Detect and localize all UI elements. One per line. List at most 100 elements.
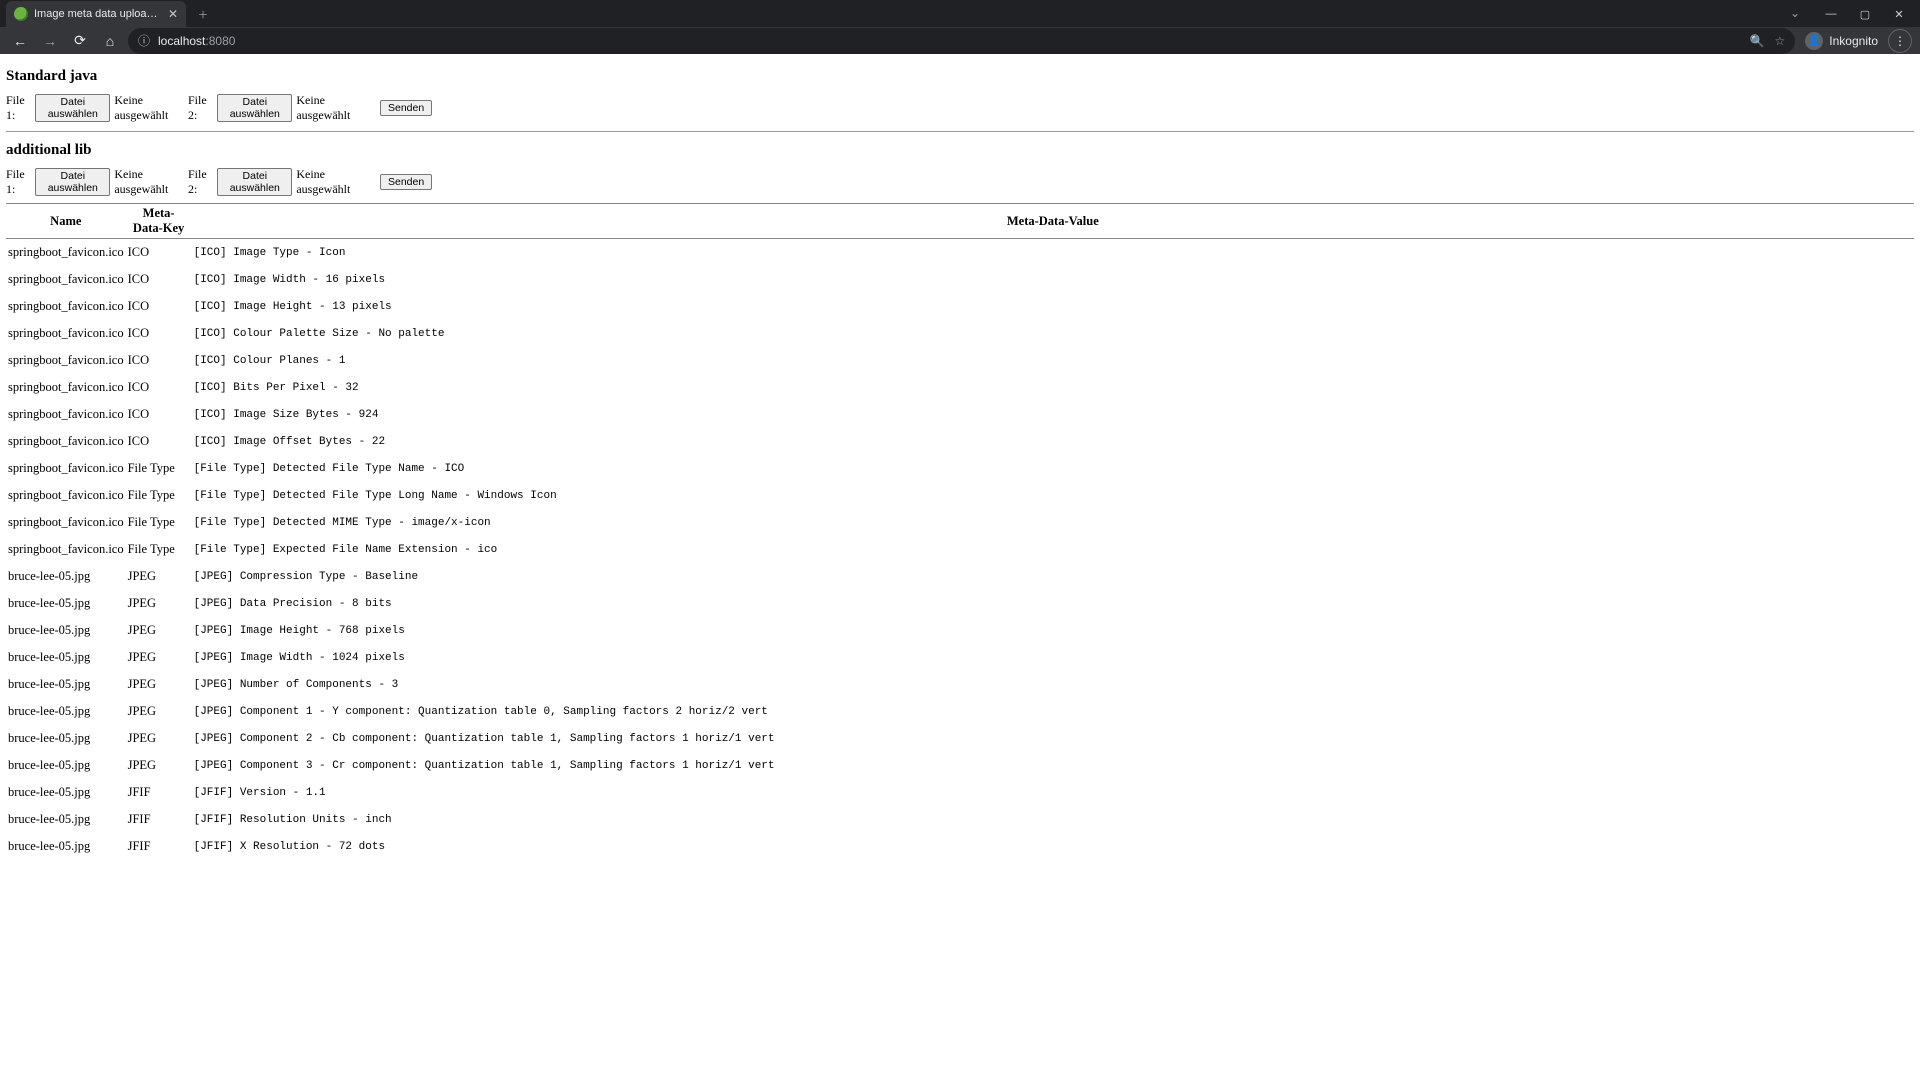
cell-name: springboot_favicon.ico <box>6 509 126 536</box>
spring-favicon-icon <box>14 7 28 21</box>
cell-name: springboot_favicon.ico <box>6 266 126 293</box>
cell-name: bruce-lee-05.jpg <box>6 617 126 644</box>
cell-key: JPEG <box>126 671 192 698</box>
submit-standard-button[interactable]: Senden <box>380 100 432 116</box>
table-header-row: Name Meta-Data-Key Meta-Data-Value <box>6 204 1914 239</box>
cell-key: ICO <box>126 239 192 267</box>
table-row: springboot_favicon.icoFile Type[File Typ… <box>6 509 1914 536</box>
file1-label-lib: File 1: <box>6 167 31 197</box>
table-row: springboot_favicon.icoFile Type[File Typ… <box>6 455 1914 482</box>
cell-value: [JPEG] Component 3 - Cr component: Quant… <box>192 752 1914 779</box>
home-button[interactable]: ⌂ <box>98 29 122 53</box>
table-row: bruce-lee-05.jpgJPEG[JPEG] Compression T… <box>6 563 1914 590</box>
col-key: Meta-Data-Key <box>126 204 192 239</box>
cell-name: bruce-lee-05.jpg <box>6 779 126 806</box>
cell-value: [ICO] Image Size Bytes - 924 <box>192 401 1914 428</box>
window-controls: — ▢ ✕ <box>1816 4 1914 24</box>
cell-key: ICO <box>126 266 192 293</box>
cell-name: bruce-lee-05.jpg <box>6 671 126 698</box>
metadata-table: Name Meta-Data-Key Meta-Data-Value sprin… <box>6 203 1914 860</box>
table-row: bruce-lee-05.jpgJPEG[JPEG] Image Width -… <box>6 644 1914 671</box>
cell-value: [JFIF] Resolution Units - inch <box>192 806 1914 833</box>
file2-status-lib: Keine ausgewählt <box>296 167 366 197</box>
cell-name: bruce-lee-05.jpg <box>6 833 126 860</box>
cell-key: ICO <box>126 374 192 401</box>
cell-value: [ICO] Image Width - 16 pixels <box>192 266 1914 293</box>
new-tab-button[interactable]: + <box>192 5 214 27</box>
cell-name: springboot_favicon.ico <box>6 428 126 455</box>
cell-name: bruce-lee-05.jpg <box>6 752 126 779</box>
back-button[interactable]: ← <box>8 29 32 53</box>
submit-lib-button[interactable]: Senden <box>380 174 432 190</box>
url-port: :8080 <box>205 34 235 48</box>
table-row: springboot_favicon.icoICO[ICO] Image Wid… <box>6 266 1914 293</box>
profile-chip[interactable]: 👤 Inkognito <box>1801 32 1882 50</box>
cell-key: ICO <box>126 320 192 347</box>
table-row: springboot_favicon.icoFile Type[File Typ… <box>6 482 1914 509</box>
file1-choose-button[interactable]: Datei auswählen <box>35 94 110 122</box>
site-info-icon[interactable]: ⓘ <box>138 32 150 49</box>
cell-value: [ICO] Image Height - 13 pixels <box>192 293 1914 320</box>
cell-key: ICO <box>126 428 192 455</box>
cell-value: [JPEG] Component 2 - Cb component: Quant… <box>192 725 1914 752</box>
cell-value: [File Type] Detected File Type Long Name… <box>192 482 1914 509</box>
browser-menu-button[interactable]: ⋮ <box>1888 29 1912 53</box>
cell-name: springboot_favicon.ico <box>6 320 126 347</box>
col-value: Meta-Data-Value <box>192 204 1914 239</box>
form-standard: File 1: Datei auswählen Keine ausgewählt… <box>6 93 1914 129</box>
reload-button[interactable]: ⟳ <box>68 29 92 53</box>
file1-label: File 1: <box>6 93 31 123</box>
close-window-icon[interactable]: ✕ <box>1884 4 1914 24</box>
file2-label: File 2: <box>188 93 213 123</box>
cell-name: springboot_favicon.ico <box>6 536 126 563</box>
cell-name: springboot_favicon.ico <box>6 239 126 267</box>
cell-key: File Type <box>126 536 192 563</box>
cell-value: [File Type] Detected File Type Name - IC… <box>192 455 1914 482</box>
cell-value: [ICO] Colour Planes - 1 <box>192 347 1914 374</box>
file2-choose-button[interactable]: Datei auswählen <box>217 94 292 122</box>
divider <box>6 131 1914 132</box>
table-row: bruce-lee-05.jpgJPEG[JPEG] Image Height … <box>6 617 1914 644</box>
file2-choose-button-lib[interactable]: Datei auswählen <box>217 168 292 196</box>
cell-value: [ICO] Image Offset Bytes - 22 <box>192 428 1914 455</box>
table-row: bruce-lee-05.jpgJPEG[JPEG] Component 3 -… <box>6 752 1914 779</box>
cell-value: [JPEG] Number of Components - 3 <box>192 671 1914 698</box>
table-row: springboot_favicon.icoICO[ICO] Image Typ… <box>6 239 1914 267</box>
zoom-icon[interactable]: 🔍 <box>1750 34 1765 48</box>
file2-status: Keine ausgewählt <box>296 93 366 123</box>
forward-button[interactable]: → <box>38 29 62 53</box>
address-bar[interactable]: ⓘ localhost:8080 🔍 ☆ <box>128 28 1795 54</box>
file2-label-lib: File 2: <box>188 167 213 197</box>
close-tab-icon[interactable]: ✕ <box>168 7 178 21</box>
cell-key: JPEG <box>126 752 192 779</box>
cell-key: File Type <box>126 455 192 482</box>
cell-name: bruce-lee-05.jpg <box>6 725 126 752</box>
tab-overflow-icon[interactable]: ⌄ <box>1790 6 1800 21</box>
maximize-icon[interactable]: ▢ <box>1850 4 1880 24</box>
profile-label: Inkognito <box>1829 34 1878 48</box>
file1-choose-button-lib[interactable]: Datei auswählen <box>35 168 110 196</box>
cell-value: [JPEG] Data Precision - 8 bits <box>192 590 1914 617</box>
cell-key: JPEG <box>126 563 192 590</box>
tab-strip: Image meta data upload Exampl ✕ + ⌄ — ▢ … <box>0 0 1920 27</box>
cell-key: File Type <box>126 482 192 509</box>
cell-value: [ICO] Image Type - Icon <box>192 239 1914 267</box>
cell-name: springboot_favicon.ico <box>6 347 126 374</box>
cell-key: JPEG <box>126 590 192 617</box>
cell-key: JFIF <box>126 779 192 806</box>
cell-name: springboot_favicon.ico <box>6 482 126 509</box>
table-row: bruce-lee-05.jpgJPEG[JPEG] Component 1 -… <box>6 698 1914 725</box>
url-host: localhost <box>158 34 205 48</box>
bookmark-icon[interactable]: ☆ <box>1775 34 1786 48</box>
minimize-icon[interactable]: — <box>1816 4 1846 24</box>
cell-key: JPEG <box>126 698 192 725</box>
tab-title: Image meta data upload Exampl <box>34 8 162 20</box>
browser-tab[interactable]: Image meta data upload Exampl ✕ <box>6 1 186 27</box>
cell-value: [ICO] Bits Per Pixel - 32 <box>192 374 1914 401</box>
cell-key: JFIF <box>126 833 192 860</box>
heading-additional-lib: additional lib <box>6 142 1914 159</box>
cell-name: springboot_favicon.ico <box>6 293 126 320</box>
incognito-icon: 👤 <box>1805 32 1823 50</box>
page-body: Standard java File 1: Datei auswählen Ke… <box>0 54 1920 880</box>
table-row: springboot_favicon.icoFile Type[File Typ… <box>6 536 1914 563</box>
